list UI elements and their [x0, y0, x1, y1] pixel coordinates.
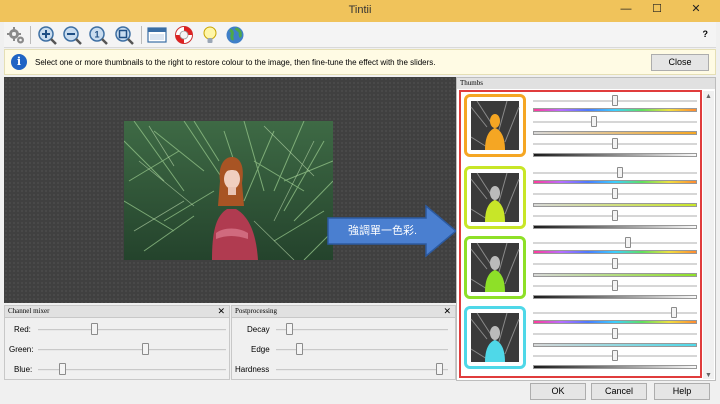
- zoom-in-icon[interactable]: [37, 25, 57, 45]
- thumb-slider-knob[interactable]: [612, 95, 618, 106]
- slider-track[interactable]: [38, 349, 226, 351]
- zoom-fit-icon[interactable]: 1: [88, 25, 108, 45]
- close-icon[interactable]: ✕: [217, 306, 225, 317]
- thumbnail-4[interactable]: [464, 306, 526, 369]
- hue-strip: [533, 320, 697, 324]
- thumb-slider-knob[interactable]: [617, 167, 623, 178]
- close-info-button[interactable]: Close: [651, 54, 709, 71]
- thumb-slider-track[interactable]: [533, 121, 697, 123]
- saturation-strip: [533, 343, 697, 347]
- slider-row-green: Green:: [5, 342, 229, 358]
- slider-row-hardness: Hardness: [232, 362, 455, 378]
- thumb-slider-knob[interactable]: [612, 280, 618, 291]
- slider-track[interactable]: [276, 329, 448, 331]
- info-icon: i: [11, 54, 27, 70]
- value-strip: [533, 225, 697, 229]
- toolbar-separator: [30, 26, 31, 44]
- slider-label: Edge: [251, 345, 270, 354]
- thumb-slider-knob[interactable]: [612, 328, 618, 339]
- slider-label: Blue:: [14, 365, 33, 374]
- preview-photo: [124, 121, 333, 260]
- postprocessing-panel: Postprocessing ✕ Decay Edge Hardness: [231, 305, 456, 380]
- postprocessing-header: Postprocessing ✕: [232, 306, 455, 318]
- thumb-slider-knob[interactable]: [612, 138, 618, 149]
- slider-row-blue: Blue:: [5, 362, 229, 378]
- slider-row-edge: Edge: [232, 342, 455, 358]
- thumb-slider-knob[interactable]: [612, 188, 618, 199]
- slider-track[interactable]: [38, 329, 226, 331]
- toolbar-separator: [141, 26, 142, 44]
- title-bar: Tintii — ☐ ✕: [0, 0, 720, 22]
- saturation-strip: [533, 131, 697, 135]
- zoom-actual-icon[interactable]: [114, 25, 134, 45]
- value-strip: [533, 365, 697, 369]
- thumbs-scrollbar[interactable]: ▲ ▼: [703, 91, 714, 379]
- thumb-slider-knob[interactable]: [612, 350, 618, 361]
- value-strip: [533, 153, 697, 157]
- info-bar: i Select one or more thumbnails to the r…: [4, 49, 716, 75]
- green-slider-thumb[interactable]: [142, 343, 149, 355]
- thumb-slider-knob[interactable]: [612, 210, 618, 221]
- info-message: Select one or more thumbnails to the rig…: [35, 58, 436, 67]
- thumb-slider-track[interactable]: [533, 242, 697, 244]
- hue-strip: [533, 180, 697, 184]
- thumbs-title: Thumbs: [457, 78, 715, 89]
- lifebuoy-icon[interactable]: [174, 25, 194, 45]
- thumbnail-1[interactable]: [464, 94, 526, 157]
- svg-text:1: 1: [94, 30, 99, 40]
- scroll-up-icon[interactable]: ▲: [705, 93, 712, 100]
- slider-row-decay: Decay: [232, 322, 455, 338]
- maximize-button[interactable]: ☐: [643, 0, 671, 18]
- zoom-out-icon[interactable]: [62, 25, 82, 45]
- channel-mixer-title: Channel mixer: [8, 307, 50, 315]
- blue-slider-thumb[interactable]: [59, 363, 66, 375]
- postprocessing-title: Postprocessing: [235, 307, 277, 315]
- close-window-button[interactable]: ✕: [676, 0, 716, 18]
- thumb-slider-knob[interactable]: [591, 116, 597, 127]
- edge-slider-thumb[interactable]: [296, 343, 303, 355]
- globe-icon[interactable]: [225, 25, 245, 45]
- thumb-slider-track[interactable]: [533, 172, 697, 174]
- annotation-text: 強調單一色彩.: [348, 225, 418, 237]
- cancel-button[interactable]: Cancel: [591, 383, 647, 400]
- slider-label: Hardness: [235, 365, 270, 374]
- lightbulb-icon[interactable]: [200, 25, 220, 45]
- minimize-button[interactable]: —: [612, 0, 640, 18]
- slider-label: Red:: [14, 325, 31, 334]
- channel-mixer-panel: Channel mixer ✕ Red: Green: Blue:: [4, 305, 230, 380]
- value-strip: [533, 295, 697, 299]
- red-slider-thumb[interactable]: [91, 323, 98, 335]
- hue-strip: [533, 250, 697, 254]
- thumb-slider-knob[interactable]: [612, 258, 618, 269]
- thumbnail-3[interactable]: [464, 236, 526, 299]
- slider-track[interactable]: [276, 369, 448, 371]
- toolbar: 1 ?: [4, 22, 716, 48]
- slider-label: Decay: [247, 325, 270, 334]
- hue-strip: [533, 108, 697, 112]
- channel-mixer-header: Channel mixer ✕: [5, 306, 229, 318]
- window-icon[interactable]: [147, 25, 167, 45]
- thumb-slider-knob[interactable]: [671, 307, 677, 318]
- slider-track[interactable]: [38, 369, 226, 371]
- close-icon[interactable]: ✕: [443, 306, 451, 317]
- thumbnail-2[interactable]: [464, 166, 526, 229]
- help-button[interactable]: Help: [654, 383, 710, 400]
- settings-gears-icon[interactable]: [6, 25, 26, 45]
- scroll-down-icon[interactable]: ▼: [705, 372, 712, 379]
- slider-label: Green:: [9, 345, 34, 354]
- saturation-strip: [533, 273, 697, 277]
- hardness-slider-thumb[interactable]: [436, 363, 443, 375]
- slider-row-red: Red:: [5, 322, 229, 338]
- help-question-mark[interactable]: ?: [703, 29, 709, 39]
- decay-slider-thumb[interactable]: [286, 323, 293, 335]
- ok-button[interactable]: OK: [530, 383, 586, 400]
- saturation-strip: [533, 203, 697, 207]
- thumb-slider-knob[interactable]: [625, 237, 631, 248]
